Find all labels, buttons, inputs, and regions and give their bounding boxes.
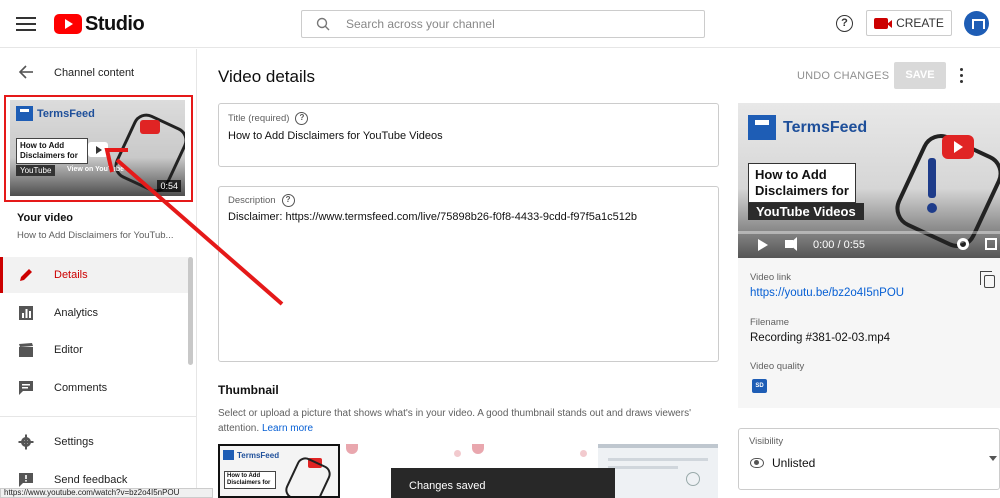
youtube-logo-icon	[54, 14, 82, 34]
video-player[interactable]: TermsFeed How to Add Disclaimers for You…	[738, 103, 1000, 258]
flower-graphic	[580, 450, 587, 457]
help-icon[interactable]: ?	[836, 15, 853, 32]
description-field[interactable]: Description ? Disclaimer: https://www.te…	[218, 186, 719, 362]
thumbnail-section-description: Select or upload a picture that shows wh…	[218, 408, 691, 434]
your-video-heading: Your video	[17, 212, 74, 224]
learn-more-link[interactable]: Learn more	[262, 423, 313, 434]
exclamation-graphic	[928, 158, 936, 198]
video-thumbnail[interactable]: TermsFeed How to Add Disclaimers for You…	[10, 100, 185, 196]
termsfeed-logo: TermsFeed	[223, 450, 279, 460]
pencil-icon	[20, 269, 32, 281]
analytics-icon	[19, 306, 33, 320]
sd-quality-badge: SD	[752, 379, 767, 393]
avatar[interactable]	[964, 11, 989, 36]
thumbnail-option-selected[interactable]: TermsFeed How to Add Disclaimers for	[218, 444, 340, 498]
filename-value: Recording #381-02-03.mp4	[750, 332, 891, 344]
studio-logo[interactable]: Studio	[54, 12, 145, 36]
play-icon[interactable]	[758, 239, 768, 251]
filename-label: Filename	[750, 317, 790, 328]
fullscreen-icon[interactable]	[985, 238, 997, 250]
hexagon-graphic	[282, 454, 334, 496]
youtube-icon	[942, 135, 974, 159]
thumbnail-option-4[interactable]	[598, 444, 718, 498]
search-input[interactable]	[346, 17, 676, 31]
help-icon[interactable]: ?	[295, 112, 309, 125]
title-input[interactable]: How to Add Disclaimers for YouTube Video…	[228, 130, 443, 142]
youtube-icon	[140, 120, 160, 134]
title-field[interactable]: Title (required) ? How to Add Disclaimer…	[218, 103, 719, 167]
sidebar-scrollbar[interactable]	[188, 257, 193, 365]
page-title: Video details	[218, 67, 316, 86]
play-icon[interactable]	[88, 142, 108, 157]
description-field-label: Description ?	[228, 194, 295, 207]
player-title-card: How to Add Disclaimers for	[748, 163, 856, 203]
undo-changes-button[interactable]: UNDO CHANGES	[797, 70, 889, 82]
sidebar-item-details[interactable]: Details	[0, 257, 190, 293]
menu-icon[interactable]	[16, 14, 36, 34]
browser-status-url: https://www.youtube.com/watch?v=bz2o4I5n…	[0, 488, 213, 498]
termsfeed-mark-icon	[16, 106, 33, 121]
back-arrow-icon	[18, 65, 33, 79]
copy-icon[interactable]	[980, 271, 995, 288]
visibility-select[interactable]: Visibility Unlisted	[738, 428, 1000, 490]
volume-icon[interactable]	[785, 237, 797, 251]
visibility-label: Visibility	[749, 436, 784, 447]
search-icon	[316, 17, 330, 31]
camera-icon	[874, 17, 893, 29]
search-box[interactable]	[301, 10, 705, 38]
help-icon[interactable]: ?	[281, 194, 295, 207]
visibility-value: Unlisted	[772, 456, 816, 470]
termsfeed-mark-icon	[223, 450, 234, 460]
sidebar-item-settings[interactable]: Settings	[0, 424, 190, 460]
video-link[interactable]: https://youtu.be/bz2o4I5nPOU	[750, 287, 904, 299]
thumbnail-section-title: Thumbnail	[218, 383, 279, 397]
screenshot-line	[608, 458, 708, 461]
view-on-youtube-link[interactable]: View on YouTube	[67, 166, 124, 173]
thumbnail-option-title: How to Add Disclaimers for	[224, 471, 276, 489]
player-controls: 0:00 / 0:55	[738, 231, 1000, 258]
flower-graphic	[454, 450, 461, 457]
comments-icon	[19, 381, 33, 395]
back-label: Channel content	[54, 67, 135, 79]
player-yt-label: YouTube Videos	[748, 203, 864, 220]
sidebar-item-editor[interactable]: Editor	[0, 332, 190, 368]
flower-graphic	[472, 444, 484, 454]
studio-wordmark: Studio	[85, 12, 145, 35]
thumbnail-title: How to Add Disclaimers for	[16, 138, 88, 164]
description-input[interactable]: Disclaimer: https://www.termsfeed.com/li…	[228, 211, 637, 223]
sidebar: Channel content TermsFeed How to Add Dis…	[0, 49, 197, 498]
title-field-label: Title (required) ?	[228, 112, 309, 125]
back-to-channel-content[interactable]: Channel content	[0, 63, 197, 83]
editor-icon	[19, 343, 33, 357]
settings-icon[interactable]	[957, 238, 969, 250]
chevron-down-icon	[989, 456, 997, 461]
top-bar: Studio ? CREATE	[0, 0, 1000, 48]
progress-bar[interactable]	[738, 231, 1000, 234]
create-button[interactable]: CREATE	[866, 10, 952, 36]
gear-icon	[18, 434, 34, 450]
screenshot-graphic	[686, 472, 700, 486]
sidebar-divider	[0, 416, 197, 417]
save-button[interactable]: SAVE	[894, 62, 946, 89]
video-quality-label: Video quality	[750, 361, 805, 372]
video-link-label: Video link	[750, 272, 792, 283]
eye-icon	[750, 458, 764, 468]
exclamation-dot	[927, 203, 937, 213]
sidebar-item-comments[interactable]: Comments	[0, 370, 190, 406]
termsfeed-mark-icon	[748, 115, 776, 140]
screenshot-line	[608, 466, 678, 469]
termsfeed-logo: TermsFeed	[16, 106, 95, 121]
termsfeed-logo: TermsFeed	[748, 115, 867, 140]
duration-badge: 0:54	[157, 180, 181, 192]
player-time: 0:00 / 0:55	[813, 239, 865, 251]
thumbnail-yt-label: YouTube	[16, 165, 56, 176]
video-preview-panel: TermsFeed How to Add Disclaimers for You…	[738, 103, 1000, 408]
feedback-icon	[19, 473, 33, 487]
changes-saved-toast: Changes saved	[391, 468, 615, 498]
create-label: CREATE	[896, 16, 944, 30]
more-options-icon[interactable]	[959, 68, 965, 84]
your-video-title: How to Add Disclaimers for YouTub...	[17, 230, 174, 241]
flower-graphic	[346, 444, 358, 454]
sidebar-item-analytics[interactable]: Analytics	[0, 295, 190, 331]
